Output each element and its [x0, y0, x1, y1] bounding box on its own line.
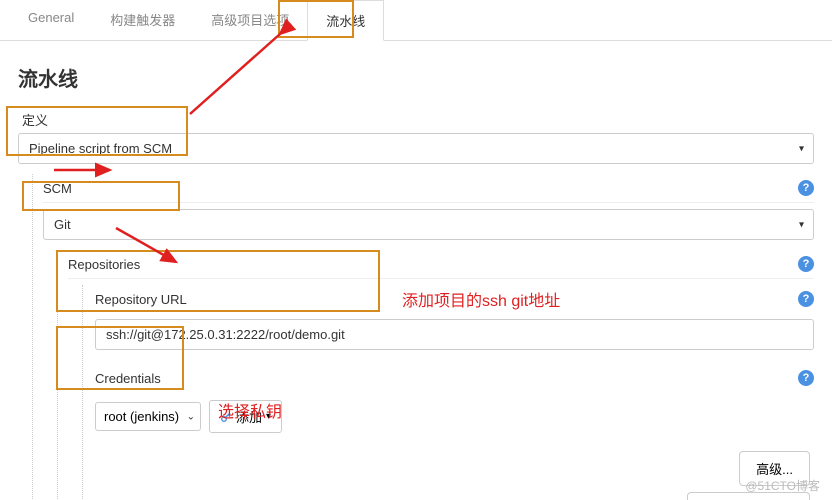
add-credentials-label: 添加 [236, 407, 262, 426]
add-credentials-button[interactable]: 添加 ▾ [209, 400, 282, 433]
pipeline-content: 流水线 定义 Pipeline script from SCM ▾ SCM ? … [0, 41, 832, 500]
page-title: 流水线 [18, 63, 814, 92]
definition-label: 定义 [18, 110, 814, 129]
help-icon[interactable]: ? [798, 180, 814, 196]
credentials-select[interactable]: root (jenkins) [95, 402, 201, 431]
scm-label: SCM [43, 181, 72, 196]
repositories-label: Repositories [68, 257, 140, 272]
credentials-label: Credentials [95, 371, 161, 386]
definition-select[interactable]: Pipeline script from SCM [18, 133, 814, 164]
tab-advanced-project[interactable]: 高级项目选项 [193, 0, 307, 40]
caret-down-icon: ▾ [266, 411, 271, 422]
repo-url-input[interactable] [95, 319, 814, 350]
repo-url-label: Repository URL [95, 292, 187, 307]
config-tabs: General 构建触发器 高级项目选项 流水线 [0, 0, 832, 41]
tab-pipeline[interactable]: 流水线 [307, 0, 384, 41]
tab-build-triggers[interactable]: 构建触发器 [92, 0, 193, 40]
help-icon[interactable]: ? [798, 370, 814, 386]
tab-general[interactable]: General [10, 0, 92, 40]
scm-select[interactable]: Git [43, 209, 814, 240]
help-icon[interactable]: ? [798, 291, 814, 307]
help-icon[interactable]: ? [798, 256, 814, 272]
key-icon [220, 411, 232, 423]
watermark: @51CTO博客 [745, 477, 820, 494]
